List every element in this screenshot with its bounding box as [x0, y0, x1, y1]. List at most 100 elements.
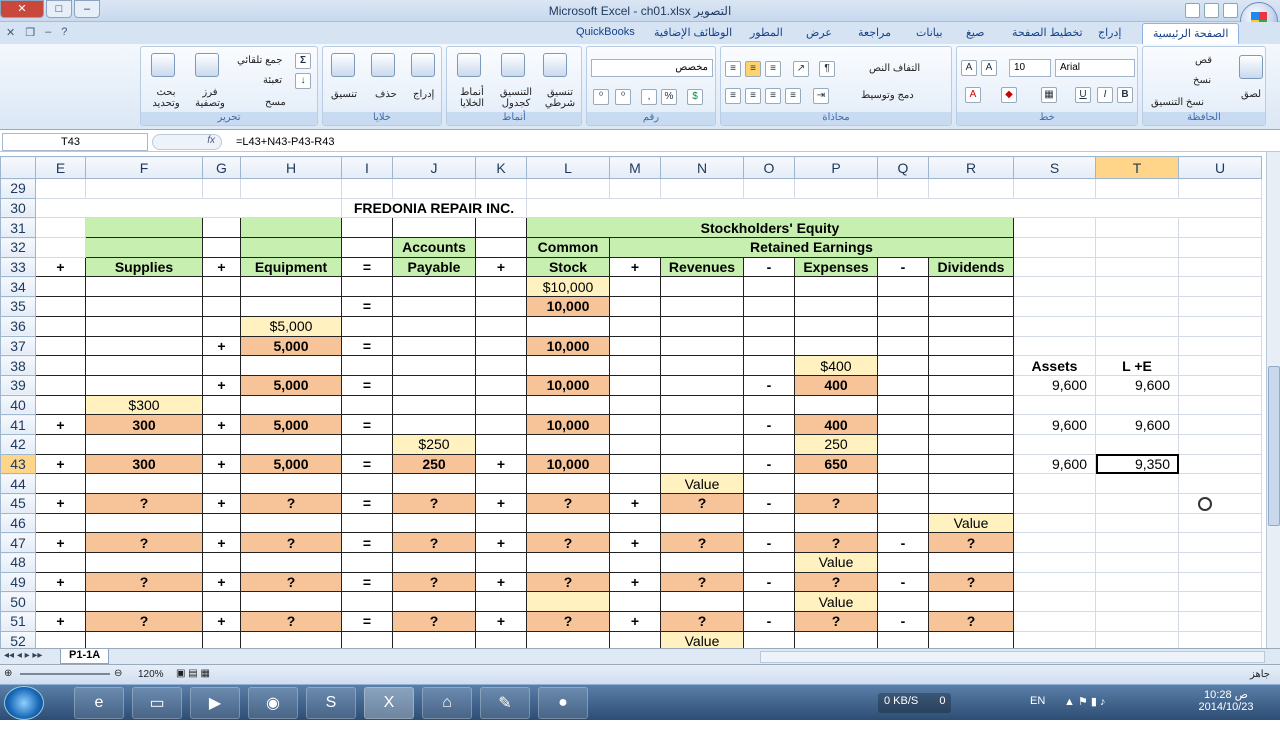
cell-r33[interactable]: Dividends	[928, 256, 1014, 278]
fill-icon[interactable]: ↓	[295, 73, 311, 89]
cell-i44[interactable]	[341, 473, 393, 494]
cell-f50[interactable]	[85, 591, 203, 613]
cell-i48[interactable]	[341, 552, 393, 573]
cell-q38[interactable]	[877, 355, 929, 376]
column-header-i[interactable]: I	[341, 156, 393, 179]
cell-t41[interactable]: 9,600	[1095, 414, 1179, 435]
fx-icon[interactable]: fx	[152, 134, 222, 150]
cell-s48[interactable]	[1013, 552, 1096, 573]
cell-n34[interactable]	[660, 276, 744, 298]
cell-r50[interactable]	[928, 591, 1014, 613]
cell-o44[interactable]	[743, 473, 795, 494]
file-explorer-icon[interactable]: ▭	[132, 687, 182, 719]
cell-e49[interactable]: +	[35, 571, 86, 593]
cell-i41[interactable]: =	[341, 414, 393, 435]
cell-r44[interactable]	[928, 473, 1014, 494]
cell-g47[interactable]: +	[202, 532, 241, 554]
cell-u34[interactable]	[1178, 276, 1262, 298]
cell-o47[interactable]: -	[743, 532, 795, 554]
cell-s51[interactable]	[1013, 611, 1096, 632]
cell-k40[interactable]	[475, 394, 527, 416]
cell-r38[interactable]	[928, 355, 1014, 376]
tab-home[interactable]: الصفحة الرئيسية	[1142, 23, 1240, 44]
cell-t50[interactable]	[1095, 591, 1179, 613]
cell-o51[interactable]: -	[743, 611, 795, 632]
cell-j29[interactable]	[392, 178, 476, 199]
cell-e52[interactable]	[35, 630, 86, 648]
cell-f40[interactable]: $300	[85, 394, 203, 416]
row-header[interactable]: 43	[0, 453, 36, 475]
cell-r49[interactable]: ?	[928, 571, 1014, 593]
cell-h42[interactable]	[240, 433, 342, 455]
cell-t29[interactable]	[1095, 178, 1179, 199]
cell[interactable]	[1013, 237, 1096, 258]
cell-s35[interactable]	[1013, 296, 1096, 317]
tab-quickbooks[interactable]: QuickBooks	[576, 26, 635, 38]
cell-k46[interactable]	[475, 512, 527, 534]
cell-p44[interactable]	[794, 473, 878, 494]
cell[interactable]	[475, 237, 527, 258]
cell-g36[interactable]	[202, 315, 241, 337]
cell-q41[interactable]	[877, 414, 929, 435]
cell-n46[interactable]	[660, 512, 744, 534]
tab-page-layout[interactable]: تخطيط الصفحة	[1012, 26, 1083, 39]
cell-e35[interactable]	[35, 296, 86, 317]
cell-f44[interactable]	[85, 473, 203, 494]
cell-r47[interactable]: ?	[928, 532, 1014, 554]
vertical-scroll-thumb[interactable]	[1268, 366, 1280, 526]
cell-f34[interactable]	[85, 276, 203, 298]
cell-l38[interactable]	[526, 355, 610, 376]
cell-q45[interactable]	[877, 493, 929, 514]
row-header[interactable]: 39	[0, 374, 36, 396]
column-header-l[interactable]: L	[526, 156, 610, 179]
rtl-icon[interactable]: ¶	[819, 61, 835, 77]
cell[interactable]	[341, 237, 393, 258]
percent-style-button[interactable]: %	[661, 89, 677, 105]
cell-n40[interactable]	[660, 394, 744, 416]
cell-g45[interactable]: +	[202, 493, 241, 514]
cell-l39[interactable]: 10,000	[526, 374, 610, 396]
currency-icon[interactable]: $	[687, 89, 703, 105]
cell-g35[interactable]	[202, 296, 241, 317]
cell-n35[interactable]	[660, 296, 744, 317]
row-header[interactable]: 31	[0, 217, 36, 239]
cell-p43[interactable]: 650	[794, 453, 878, 475]
common-header[interactable]: Common	[526, 237, 610, 258]
row-header[interactable]: 46	[0, 512, 36, 534]
cell-h35[interactable]	[240, 296, 342, 317]
restore-workbook-icon[interactable]: ❐	[25, 26, 35, 39]
close-workbook-icon[interactable]: ✕	[6, 26, 15, 39]
cell[interactable]	[240, 237, 342, 258]
cell-j40[interactable]	[392, 394, 476, 416]
cell[interactable]	[1013, 217, 1096, 239]
column-header-j[interactable]: J	[392, 156, 476, 179]
cell-t42[interactable]	[1095, 433, 1179, 455]
cell-f45[interactable]: ?	[85, 493, 203, 514]
cell-u48[interactable]	[1178, 552, 1262, 573]
cell-t49[interactable]	[1095, 571, 1179, 593]
cell-r42[interactable]	[928, 433, 1014, 455]
cell-p39[interactable]: 400	[794, 374, 878, 396]
cell-f41[interactable]: 300	[85, 414, 203, 435]
cell-o50[interactable]	[743, 591, 795, 613]
horizontal-scrollbar[interactable]	[760, 651, 1265, 663]
cell-t47[interactable]	[1095, 532, 1179, 554]
cell[interactable]	[341, 217, 393, 239]
cell-q51[interactable]: -	[877, 611, 929, 632]
cell-q35[interactable]	[877, 296, 929, 317]
cell-l41[interactable]: 10,000	[526, 414, 610, 435]
cell-h50[interactable]	[240, 591, 342, 613]
cell[interactable]	[1178, 217, 1262, 239]
cell-t39[interactable]: 9,600	[1095, 374, 1179, 396]
cell-e47[interactable]: +	[35, 532, 86, 554]
cell-s45[interactable]	[1013, 493, 1096, 514]
cell-i47[interactable]: =	[341, 532, 393, 554]
cell-q43[interactable]	[877, 453, 929, 475]
cell-u52[interactable]	[1178, 630, 1262, 648]
cell-r37[interactable]	[928, 335, 1014, 357]
cell-p47[interactable]: ?	[794, 532, 878, 554]
cell-m29[interactable]	[609, 178, 661, 199]
cell-m48[interactable]	[609, 552, 661, 573]
cell-n37[interactable]	[660, 335, 744, 357]
cell-u41[interactable]	[1178, 414, 1262, 435]
